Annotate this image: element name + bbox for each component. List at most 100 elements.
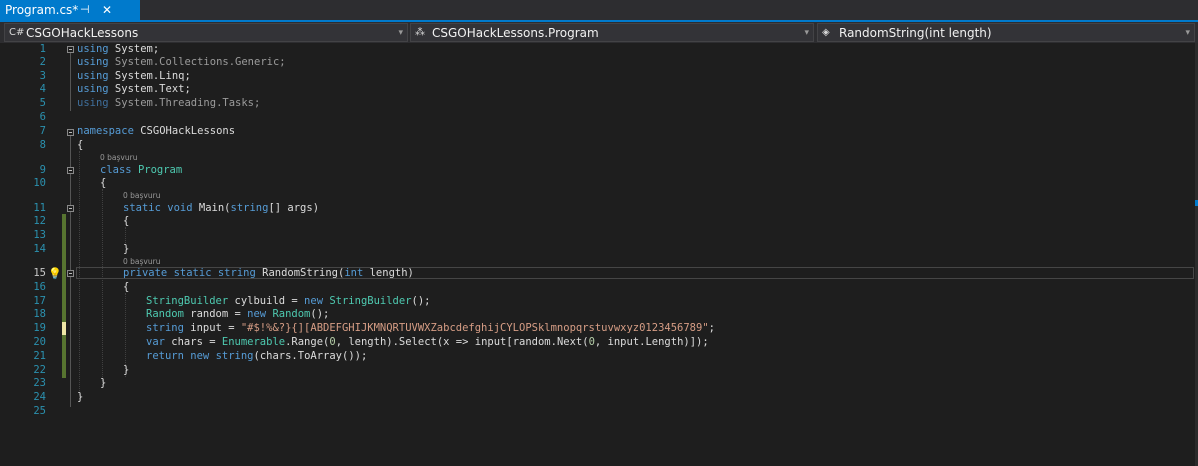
code-line: string input = "#$!%&?}{][ABDEFGHIJKMNQR…	[146, 322, 715, 334]
line-number: 2	[39, 56, 46, 68]
lightbulb-icon[interactable]: 💡	[48, 268, 62, 279]
type-name: Program	[137, 164, 183, 176]
type-name: Random	[272, 308, 311, 320]
keyword: new	[190, 350, 210, 362]
method-icon: ◈	[822, 27, 830, 38]
code-text: [] args)	[268, 202, 320, 214]
code-line: var chars = Enumerable.Range(0, length).…	[146, 336, 709, 348]
collapse-icon[interactable]	[67, 129, 74, 136]
type-name: Enumerable	[221, 336, 286, 348]
code-text: , input.Length)]);	[594, 336, 709, 348]
code-text: ();	[411, 295, 431, 307]
collapse-icon[interactable]	[67, 205, 74, 212]
outline-line	[70, 51, 71, 111]
pin-icon[interactable]: ⊣	[80, 0, 90, 20]
code-text: ();	[310, 308, 330, 320]
code-text: System.Collections.Generic;	[108, 56, 286, 68]
code-text: Main(	[192, 202, 231, 214]
keyword: using	[77, 83, 109, 95]
code-line: Random random = new Random();	[146, 308, 329, 320]
indent-guide	[125, 227, 126, 243]
code-line: }	[100, 377, 107, 389]
member-dropdown[interactable]: ◈ RandomString(int length) ▾	[817, 23, 1195, 42]
type-label: CSGOHackLessons.Program	[432, 26, 599, 40]
line-number: 10	[33, 177, 46, 189]
code-text: input =	[183, 322, 241, 334]
change-indicator-saved	[62, 214, 66, 378]
code-text: cylbuild =	[228, 295, 305, 307]
keyword: using	[77, 97, 109, 109]
codelens-references[interactable]: 0 başvuru	[123, 191, 160, 200]
tab-title: Program.cs*	[5, 3, 79, 17]
code-line: using System;	[77, 43, 159, 55]
code-line: {	[100, 177, 107, 189]
collapse-icon[interactable]	[67, 270, 74, 277]
chevron-down-icon: ▾	[804, 28, 809, 38]
keyword: new	[247, 308, 267, 320]
chevron-down-icon: ▾	[398, 28, 403, 38]
type-name: StringBuilder	[329, 295, 412, 307]
tab-program-cs[interactable]: Program.cs* ⊣ ✕	[0, 0, 140, 20]
class-icon: ⁂	[415, 27, 425, 38]
code-text: (chars.ToArray());	[253, 350, 368, 362]
type-name: Random	[146, 308, 184, 320]
line-number: 11	[33, 202, 46, 214]
code-line: }	[77, 391, 84, 403]
code-line: return new string(chars.ToArray());	[146, 350, 367, 362]
keyword: return	[146, 350, 184, 362]
code-line: StringBuilder cylbuild = new StringBuild…	[146, 295, 431, 307]
chevron-down-icon: ▾	[1185, 28, 1190, 38]
project-dropdown[interactable]: C# CSGOHackLessons ▾	[4, 23, 408, 42]
code-line: using System.Threading.Tasks;	[77, 97, 260, 109]
type-name: StringBuilder	[146, 295, 229, 307]
document-tab-bar: Program.cs* ⊣ ✕	[0, 0, 1198, 22]
line-number-current: 15	[33, 267, 46, 279]
code-editor[interactable]: 1 2 3 4 5 6 7 8 9 10 11 12 13 14 15 16 1…	[0, 43, 1198, 466]
code-line: using System.Collections.Generic;	[77, 56, 286, 68]
line-number: 16	[33, 281, 46, 293]
collapse-icon[interactable]	[67, 46, 74, 53]
keyword: namespace	[77, 125, 134, 137]
keyword: string	[230, 202, 269, 214]
line-number: 22	[33, 364, 46, 376]
keyword: void	[167, 202, 193, 214]
keyword: string	[215, 350, 254, 362]
line-number: 4	[39, 83, 46, 95]
code-line: namespace CSGOHackLessons	[77, 125, 235, 137]
code-line: static void Main(string[] args)	[123, 202, 319, 214]
line-number: 17	[33, 295, 46, 307]
line-number: 23	[33, 377, 46, 389]
code-text: random =	[183, 308, 248, 320]
line-number: 21	[33, 350, 46, 362]
line-number: 14	[33, 243, 46, 255]
codelens-references[interactable]: 0 başvuru	[100, 153, 137, 162]
codelens-references[interactable]: 0 başvuru	[123, 257, 160, 266]
keyword: string	[217, 267, 256, 279]
csharp-project-icon: C#	[9, 27, 25, 38]
code-text: System.Text;	[108, 83, 191, 95]
close-icon[interactable]: ✕	[102, 0, 112, 20]
code-text: length)	[363, 267, 414, 279]
keyword: new	[304, 295, 324, 307]
change-indicator-unsaved	[62, 322, 66, 335]
keyword: var	[146, 336, 165, 348]
code-line: {	[77, 139, 84, 151]
code-text: ;	[708, 322, 715, 334]
code-line: class Program	[100, 164, 182, 176]
code-line: {	[123, 215, 130, 227]
collapse-icon[interactable]	[67, 167, 74, 174]
member-label: RandomString(int length)	[839, 26, 992, 40]
line-number: 25	[33, 405, 46, 417]
code-line: }	[123, 364, 130, 376]
line-number: 12	[33, 215, 46, 227]
indent-guide	[102, 189, 103, 385]
code-text: chars =	[164, 336, 222, 348]
code-text: CSGOHackLessons	[133, 125, 236, 137]
line-number: 18	[33, 308, 46, 320]
navigation-bar: C# CSGOHackLessons ▾ ⁂ CSGOHackLessons.P…	[0, 22, 1198, 44]
type-dropdown[interactable]: ⁂ CSGOHackLessons.Program ▾	[410, 23, 814, 42]
line-number: 8	[39, 139, 46, 151]
line-number: 3	[39, 70, 46, 82]
line-number: 9	[39, 164, 46, 176]
keyword: class	[100, 164, 132, 176]
